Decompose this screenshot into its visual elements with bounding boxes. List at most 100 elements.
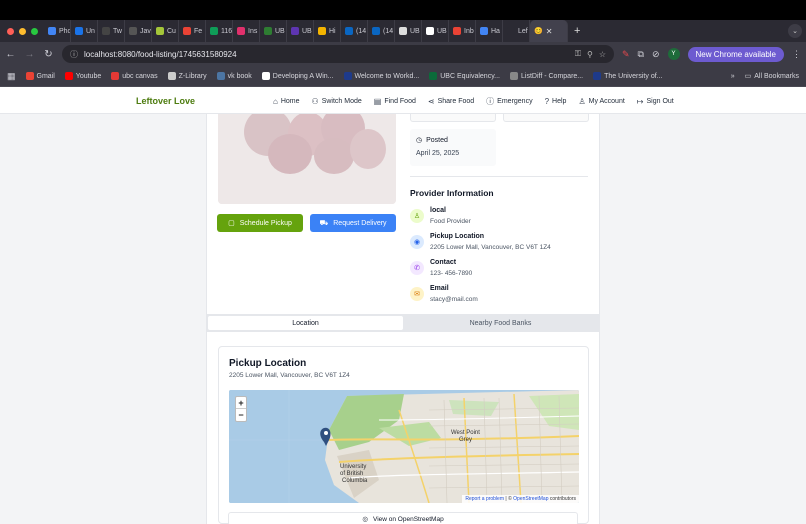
bookmark-item[interactable]: ListDiff - Compare... [510,72,583,80]
forward-icon[interactable]: → [24,49,35,60]
tab-label: Hi [329,27,336,35]
browser-tab[interactable]: Un [71,20,98,42]
profile-avatar[interactable]: Y [667,48,680,60]
browser-tab[interactable]: Pho [44,20,71,42]
nav-link-share-food[interactable]: ⋖ Share Food [428,96,474,107]
new-tab-button[interactable]: + [574,25,580,37]
browser-tab[interactable]: Hi [314,20,341,42]
browser-tab[interactable]: 116 [206,20,233,42]
tab-label: (14 [356,27,367,35]
browser-menu-icon[interactable]: ⋮ [792,49,801,60]
bookmark-item[interactable]: Welcome to Workd... [343,72,419,80]
browser-tab[interactable]: (14 [368,20,395,42]
active-browser-tab[interactable]: 😊 ✕ [530,20,568,42]
nav-label: Emergency [497,98,533,105]
bookmark-item[interactable]: The University of... [593,72,663,80]
address-bar[interactable]: ⓘ localhost:8080/food-listing/1745631580… [62,45,614,63]
nav-link-my-account[interactable]: ♙ My Account [578,96,624,107]
bookmark-item[interactable]: Gmail [25,72,55,80]
tab-favicon-icon: 😊 [534,28,543,35]
tab-favicon-icon [399,27,407,35]
schedule-pickup-button[interactable]: ▢ Schedule Pickup [217,214,303,232]
nav-link-sign-out[interactable]: ↦ Sign Out [637,96,674,107]
bookmarks-overflow-button[interactable]: » [731,73,735,80]
tab-label: Un [86,27,95,35]
view-on-osm-button[interactable]: ◎ View on OpenStreetMap [228,512,578,524]
bookmark-item[interactable]: Developing A Win... [261,72,334,80]
browser-tab[interactable]: Fe [179,20,206,42]
sidebar-icon[interactable]: ⊘ [652,49,660,60]
mail-icon: ✉ [410,287,424,301]
request-delivery-label: Request Delivery [333,219,387,227]
tab-favicon-icon [75,27,83,35]
nav-link-home[interactable]: ⌂ Home [273,96,300,107]
zoom-magnifier-icon[interactable]: ⚲ [587,50,593,59]
back-icon[interactable]: ← [5,49,16,60]
browser-tab[interactable]: UB [260,20,287,42]
new-chrome-available-button[interactable]: New Chrome available [687,46,784,62]
nav-link-find-food[interactable]: ▤ Find Food [374,96,416,107]
pickup-location-row: ◉ Pickup Location 2205 Lower Mall, Vanco… [410,233,551,251]
location-tabs: Location Nearby Food Banks [206,314,600,332]
bookmark-favicon-icon [64,72,73,80]
browser-tab[interactable]: Cu [152,20,179,42]
close-window-button[interactable] [7,27,14,35]
bookmark-item[interactable]: ubc canvas [111,72,158,80]
password-key-icon[interactable]: ⚿ [575,49,581,59]
bookmark-item[interactable]: vk book [216,72,252,80]
browser-tab[interactable]: Lef [503,20,530,42]
zoom-out-button[interactable]: − [236,409,246,421]
bookmark-item[interactable]: Youtube [64,72,101,80]
tab-label: 116 [221,27,233,35]
posted-card: ◷ Posted April 25, 2025 [410,129,496,166]
nav-icon: ▤ [373,97,382,106]
url-text[interactable]: localhost:8080/food-listing/174563158092… [84,50,569,59]
bookmark-star-icon[interactable]: ☆ [599,50,606,59]
attribution-tail: contributors [548,496,576,502]
reload-icon[interactable]: ↻ [43,49,54,60]
browser-tab[interactable]: Ha [476,20,503,42]
schedule-pickup-label: Schedule Pickup [239,219,292,227]
tab-nearby-food-banks[interactable]: Nearby Food Banks [403,316,598,330]
request-delivery-button[interactable]: ⛟ Request Delivery [310,214,396,232]
bookmark-list: Gmail Youtube ubc canvas Z-Library vk book De… [25,72,663,80]
browser-tab[interactable]: Tw [98,20,125,42]
nav-link-switch-mode[interactable]: ⚇ Switch Mode [312,96,362,107]
nav-link-help[interactable]: ? Help [545,96,567,107]
site-info-icon[interactable]: ⓘ [70,49,78,60]
tab-favicon-icon [264,27,272,35]
tab-search-button[interactable]: ⌄ [788,24,802,38]
user-icon: ♙ [410,209,424,223]
browser-tab[interactable]: Jav [125,20,152,42]
close-tab-icon[interactable]: ✕ [546,27,553,36]
browser-tab[interactable]: UB [422,20,449,42]
bookmark-favicon-icon [343,72,352,80]
report-problem-link[interactable]: Report a problem [465,496,504,502]
app-logo[interactable]: Leftover Love [136,96,195,106]
tab-favicon-icon [129,27,137,35]
nav-icon: ⌂ [273,97,278,106]
browser-tab[interactable]: (14 [341,20,368,42]
bookmark-item[interactable]: UBC Equivalency... [429,72,500,80]
zoom-in-button[interactable]: + [236,397,246,409]
apps-grid-icon[interactable]: ▦ [7,71,16,82]
tab-location[interactable]: Location [208,316,403,330]
map-tiles [229,390,579,503]
map-view[interactable]: + − West Point Grey University of Britis… [229,390,579,503]
map-pin-small-icon: ◎ [362,516,368,523]
browser-tab[interactable]: Ins [233,20,260,42]
contact-label: Contact [430,259,457,266]
zoom-window-button[interactable] [31,27,38,35]
extension-red-icon[interactable]: ✎ [622,49,630,60]
browser-tab[interactable]: UB [287,20,314,42]
browser-tab[interactable]: Inb [449,20,476,42]
all-bookmarks-button[interactable]: ▭ All Bookmarks [745,72,799,81]
nav-label: My Account [588,98,625,105]
browser-tab[interactable]: UB [395,20,422,42]
minimize-window-button[interactable] [19,27,26,35]
extensions-puzzle-icon[interactable]: ⧉ [638,49,644,60]
osm-link[interactable]: OpenStreetMap [513,496,548,502]
bookmark-item[interactable]: Z-Library [167,72,207,80]
nav-link-emergency[interactable]: ⓘ Emergency [486,96,532,107]
map-card-address: 2205 Lower Mall, Vancouver, BC V6T 1Z4 [229,372,350,379]
